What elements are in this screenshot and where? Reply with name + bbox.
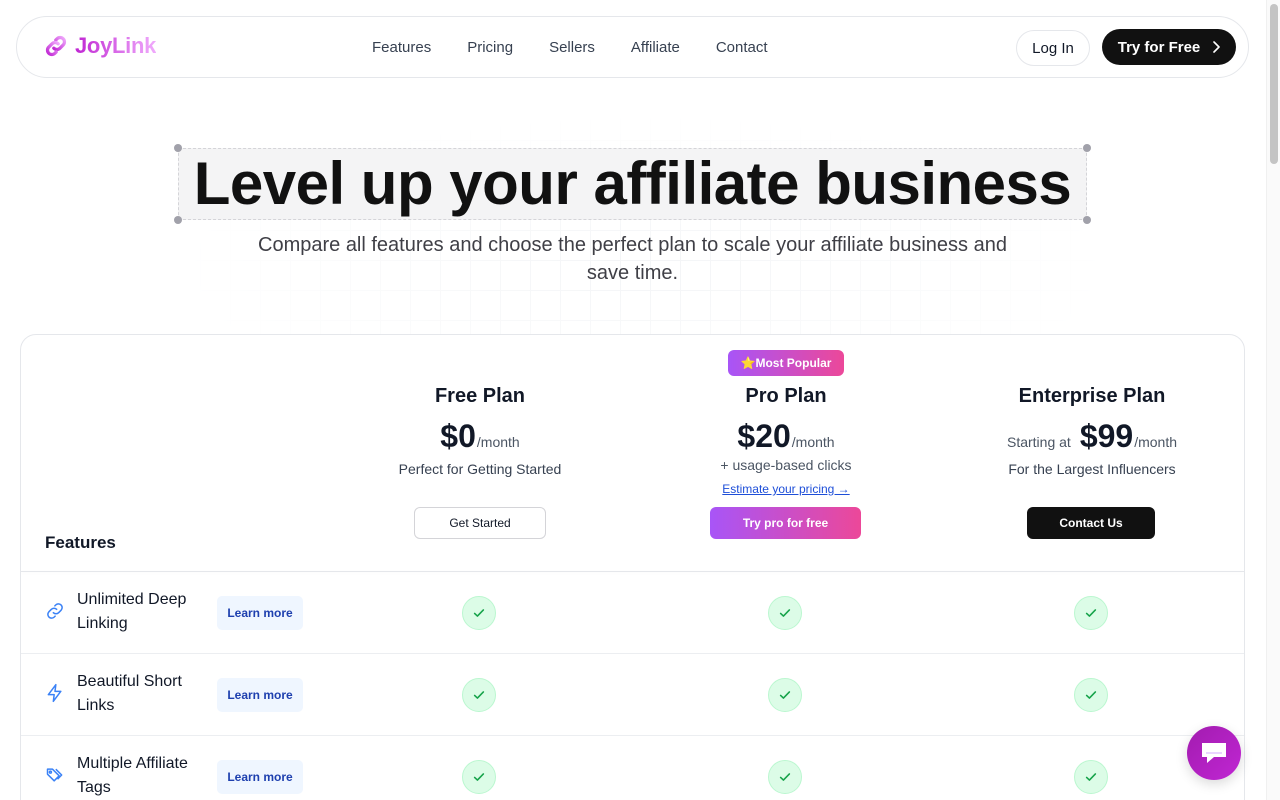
nav-link-features[interactable]: Features <box>372 39 431 56</box>
check-icon <box>1085 773 1097 781</box>
learn-more-button[interactable]: Learn more <box>217 760 303 794</box>
check-free <box>462 678 496 712</box>
check-pro <box>768 678 802 712</box>
hero-subtitle: Compare all features and choose the perf… <box>258 234 1007 284</box>
plan-price: $20 <box>737 418 791 454</box>
try-for-free-label: Try for Free <box>1117 38 1201 56</box>
page-scrollbar[interactable] <box>1266 0 1280 800</box>
plan-pro: Pro Plan $20 /month + usage-based clicks… <box>633 335 939 505</box>
price-row: $0 /month <box>327 418 633 455</box>
nav-link-sellers[interactable]: Sellers <box>549 39 595 56</box>
try-for-free-button[interactable]: Try for Free <box>1102 29 1236 65</box>
nav-link-affiliate[interactable]: Affiliate <box>631 39 680 56</box>
plan-name: Pro Plan <box>745 385 827 407</box>
learn-more-button[interactable]: Learn more <box>217 596 303 630</box>
plan-description: For the Largest Influencers <box>1008 461 1176 477</box>
plan-price: $99 <box>1079 418 1134 454</box>
check-icon <box>779 691 791 699</box>
chevron-right-icon <box>1213 41 1221 53</box>
check-icon <box>779 609 791 617</box>
check-icon <box>779 773 791 781</box>
feature-label: Unlimited Deep Linking <box>77 591 187 632</box>
contact-us-button[interactable]: Contact Us <box>1027 507 1155 539</box>
check-icon <box>473 609 485 617</box>
logo[interactable]: JoyLink <box>43 33 156 59</box>
nav-links: Features Pricing Sellers Affiliate Conta… <box>372 17 768 77</box>
chat-widget-button[interactable] <box>1187 726 1241 780</box>
plan-enterprise: Enterprise Plan Starting at $99 /month F… <box>939 335 1244 505</box>
check-icon <box>1085 691 1097 699</box>
scrollbar-thumb[interactable] <box>1270 4 1278 164</box>
link-icon <box>47 603 63 619</box>
plan-period: /month <box>791 434 835 450</box>
tags-icon <box>46 768 63 782</box>
check-pro <box>768 760 802 794</box>
try-pro-button[interactable]: Try pro for free <box>710 507 861 539</box>
table-row: Unlimited Deep Linking Learn more <box>21 572 1244 654</box>
hero-title: Level up your affiliate business <box>193 150 1072 217</box>
plan-period: /month <box>1134 434 1178 450</box>
check-pro <box>768 596 802 630</box>
link-logo-icon <box>45 35 67 57</box>
estimate-pricing-link[interactable]: Estimate your pricing → <box>633 482 939 496</box>
check-enterprise <box>1074 596 1108 630</box>
table-row: Multiple Affiliate Tags Learn more <box>21 736 1244 800</box>
table-row: Beautiful Short Links Learn more <box>21 654 1244 736</box>
plan-free: Free Plan $0 /month Perfect for Getting … <box>327 335 633 505</box>
logo-text: JoyLink <box>75 33 157 58</box>
get-started-button[interactable]: Get Started <box>414 507 546 539</box>
check-free <box>462 760 496 794</box>
hero-grid-background <box>170 110 1120 335</box>
nav-link-pricing[interactable]: Pricing <box>467 39 513 56</box>
check-icon <box>1085 609 1097 617</box>
plan-description: Perfect for Getting Started <box>398 461 562 477</box>
plan-name: Enterprise Plan <box>1018 385 1166 407</box>
check-icon <box>473 773 485 781</box>
lightning-icon <box>47 683 62 703</box>
login-button[interactable]: Log In <box>1016 30 1090 66</box>
check-enterprise <box>1074 678 1108 712</box>
check-free <box>462 596 496 630</box>
check-enterprise <box>1074 760 1108 794</box>
features-heading: Features <box>45 533 116 552</box>
nav-link-contact[interactable]: Contact <box>716 39 768 56</box>
learn-more-button[interactable]: Learn more <box>217 678 303 712</box>
check-icon <box>473 691 485 699</box>
feature-label: Beautiful Short Links <box>77 673 182 714</box>
plan-name: Free Plan <box>434 385 526 407</box>
top-navbar: JoyLink Features Pricing Sellers Affilia… <box>16 16 1249 78</box>
feature-label: Multiple Affiliate Tags <box>77 755 188 796</box>
chat-bubble-icon <box>1202 743 1226 763</box>
pricing-table: ⭐Most Popular Free Plan $0 /month Perfec… <box>20 334 1245 800</box>
price-row: Starting at $99 /month <box>939 418 1244 455</box>
starting-at-label: Starting at <box>1006 434 1071 450</box>
price-row: $20 /month <box>633 418 939 455</box>
usage-note: + usage-based clicks <box>720 457 852 473</box>
plan-period: /month <box>476 434 520 450</box>
plan-price: $0 <box>440 418 476 454</box>
